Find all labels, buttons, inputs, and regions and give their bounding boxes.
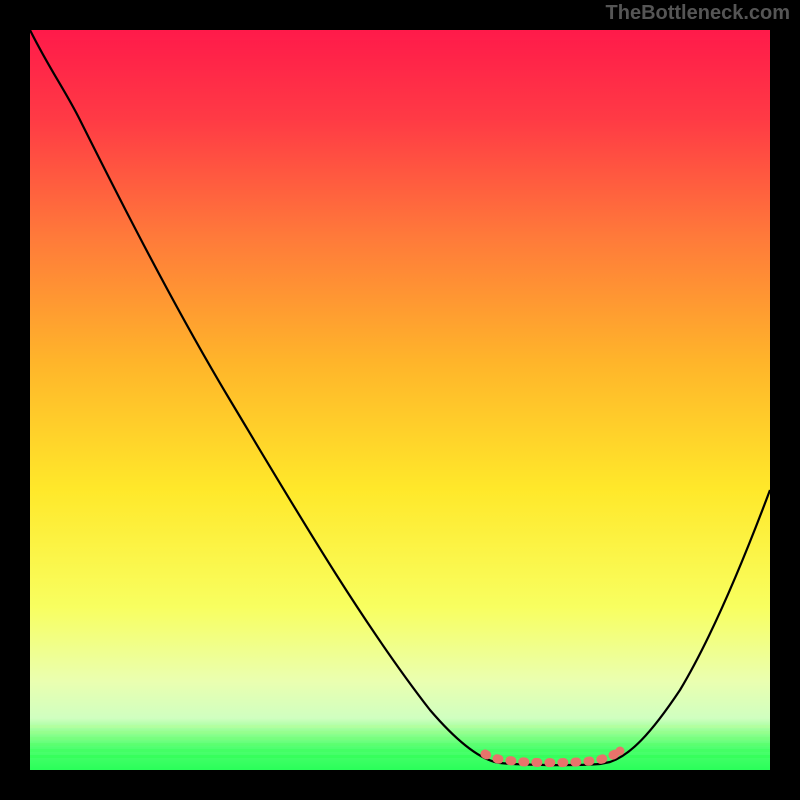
bottleneck-curve <box>30 30 770 770</box>
watermark-text: TheBottleneck.com <box>606 2 790 25</box>
plot-area <box>30 30 770 770</box>
optimal-range-marker <box>485 747 625 763</box>
